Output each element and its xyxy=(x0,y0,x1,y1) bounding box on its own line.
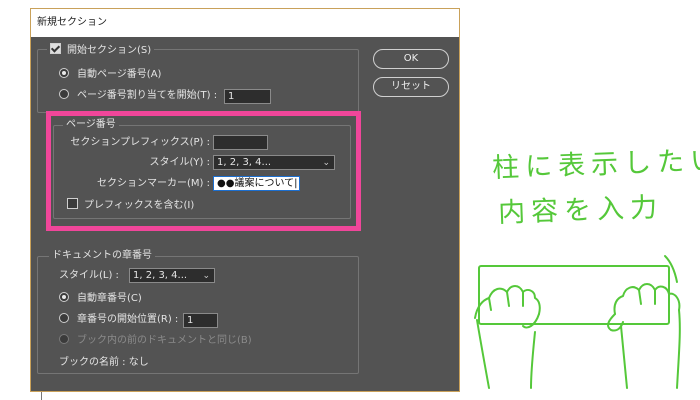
ok-button[interactable]: OK xyxy=(373,49,449,69)
document-chapter-legend: ドキュメントの章番号 xyxy=(49,249,155,263)
radio-unselected-icon xyxy=(59,313,69,323)
same-as-previous-radio[interactable]: ブック内の前のドキュメントと同じ(B) xyxy=(59,334,252,348)
chapter-style-select[interactable]: 1, 2, 3, 4... ⌄ xyxy=(129,268,215,283)
chevron-down-icon: ⌄ xyxy=(202,271,210,281)
reset-button[interactable]: リセット xyxy=(373,77,449,97)
chapter-start-label: 章番号の開始位置(R) : xyxy=(77,314,179,325)
annotation-line-1: 柱に表示したい xyxy=(491,144,700,185)
start-page-number-radio[interactable]: ページ番号割り当てを開始(T) : xyxy=(59,89,217,103)
chapter-style-value: 1, 2, 3, 4... xyxy=(133,270,188,281)
book-name-text: ブックの名前 : なし xyxy=(59,357,149,368)
start-section-checkbox[interactable]: 開始セクション(S) xyxy=(47,43,155,58)
auto-chapter-label: 自動章番号(C) xyxy=(77,293,142,304)
start-section-label: 開始セクション(S) xyxy=(67,45,152,56)
auto-chapter-radio[interactable]: 自動章番号(C) xyxy=(59,292,142,306)
start-page-number-field[interactable]: 1 xyxy=(224,89,271,104)
auto-page-number-radio[interactable]: 自動ページ番号(A) xyxy=(59,68,161,82)
radio-disabled-icon xyxy=(59,334,69,344)
chapter-start-field[interactable]: 1 xyxy=(183,313,218,328)
chapter-start-radio[interactable]: 章番号の開始位置(R) : xyxy=(59,313,178,327)
auto-page-number-label: 自動ページ番号(A) xyxy=(77,69,162,80)
chapter-style-label: スタイル(L) : xyxy=(59,270,119,281)
radio-selected-icon xyxy=(59,68,69,78)
divider-line xyxy=(41,392,42,400)
radio-unselected-icon xyxy=(59,89,69,99)
radio-selected-icon xyxy=(59,292,69,302)
dialog-title: 新規セクション xyxy=(31,9,459,37)
left-hand-icon xyxy=(474,285,541,389)
highlight-box xyxy=(46,111,361,231)
start-page-number-label: ページ番号割り当てを開始(T) : xyxy=(77,90,218,101)
same-as-previous-label: ブック内の前のドキュメントと同じ(B) xyxy=(77,335,252,346)
annotation-line-2: 内容を入力 xyxy=(497,192,664,229)
checkbox-checked-icon xyxy=(50,43,61,54)
hands-typing-illustration xyxy=(474,255,681,389)
